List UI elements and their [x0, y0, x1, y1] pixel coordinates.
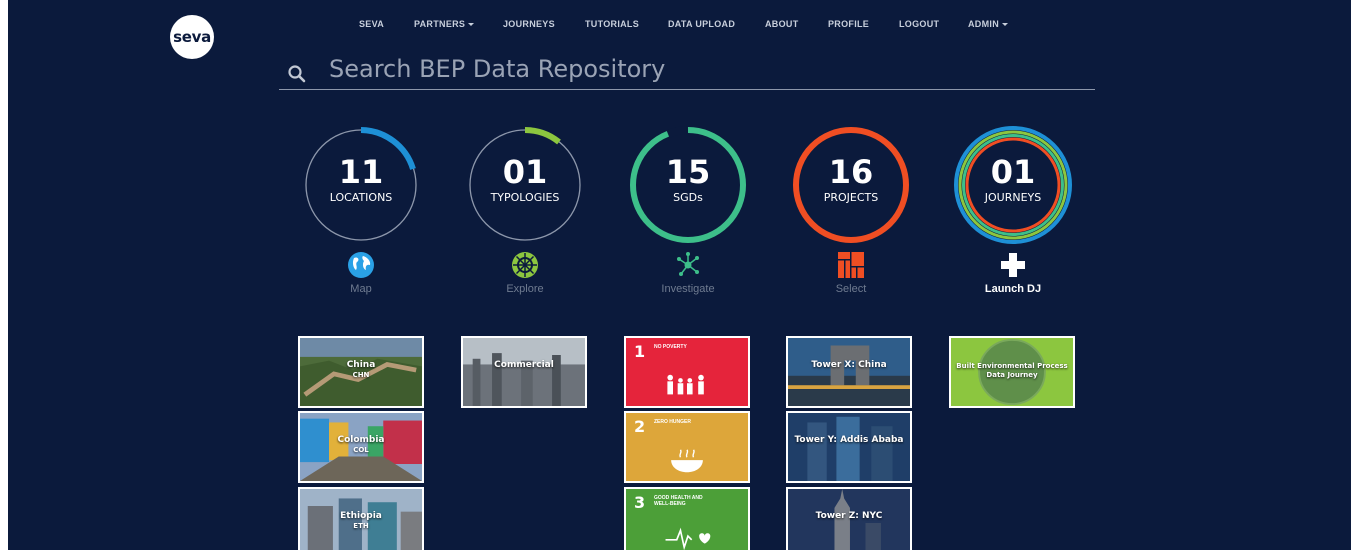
action-label: Investigate	[661, 283, 715, 295]
search-icon[interactable]	[287, 64, 307, 84]
stat-journeys[interactable]: 01 JOURNEYS	[953, 125, 1073, 245]
network-icon	[677, 252, 699, 276]
sdg-tile-2[interactable]: 2 ZERO HUNGER	[624, 411, 750, 483]
sdg-number: 2	[634, 417, 646, 436]
map-action[interactable]: Map	[301, 250, 421, 295]
stat-locations[interactable]: 11 LOCATIONS	[301, 125, 421, 245]
stat-projects[interactable]: 16 PROJECTS	[791, 125, 911, 245]
stat-label: SGDs	[673, 191, 703, 204]
globe-icon	[348, 252, 374, 278]
bowl-icon	[671, 449, 703, 473]
stat-typologies[interactable]: 01 TYPOLOGIES	[465, 125, 585, 245]
top-nav: SEVA PARTNERS JOURNEYS TUTORIALS DATA UP…	[0, 19, 1351, 33]
stat-number: 01	[502, 153, 548, 191]
tile-label: Colombia COL	[337, 435, 385, 454]
search-input[interactable]	[329, 52, 1089, 86]
plus-icon	[1001, 253, 1025, 277]
tower-photo	[788, 413, 910, 481]
heartbeat-icon	[665, 527, 711, 550]
grid-blocks-icon	[838, 252, 864, 278]
tower-photo	[788, 338, 910, 406]
tile-label: China CHN	[346, 360, 376, 379]
project-tile-tower-y[interactable]: Tower Y: Addis Ababa	[786, 411, 912, 483]
sdg-tile-3[interactable]: 3 GOOD HEALTH AND WELL-BEING	[624, 487, 750, 550]
tile-label: Tower X: China	[811, 360, 887, 370]
sdg-name: GOOD HEALTH AND WELL-BEING	[654, 495, 703, 507]
chevron-down-icon	[468, 23, 475, 27]
sdg-number: 3	[634, 493, 646, 512]
location-tile-colombia[interactable]: Colombia COL	[298, 411, 424, 483]
explore-action[interactable]: Explore	[465, 250, 585, 295]
search-bar	[279, 52, 1095, 90]
select-action[interactable]: Select	[791, 250, 911, 295]
location-tile-china[interactable]: China CHN	[298, 336, 424, 408]
sdg-tile-1[interactable]: 1 NO POVERTY	[624, 336, 750, 408]
compass-wheel-icon	[512, 252, 538, 278]
nav-item-about[interactable]: ABOUT	[765, 19, 799, 29]
nav-item-journeys[interactable]: JOURNEYS	[503, 19, 555, 29]
nav-item-logout[interactable]: LOGOUT	[899, 19, 939, 29]
nav-item-seva[interactable]: SEVA	[359, 19, 384, 29]
page-edge	[0, 0, 8, 550]
project-tile-tower-x[interactable]: Tower X: China	[786, 336, 912, 408]
nav-item-partners[interactable]: PARTNERS	[414, 19, 475, 29]
stat-label: PROJECTS	[823, 191, 879, 204]
location-tile-ethiopia[interactable]: Ethiopia ETH	[298, 487, 424, 550]
family-icon	[667, 374, 704, 395]
action-label: Map	[350, 283, 372, 295]
chevron-down-icon	[1002, 23, 1008, 27]
tile-label: Tower Y: Addis Ababa	[794, 435, 904, 445]
tile-label: Commercial	[494, 360, 554, 370]
nav-item-profile[interactable]: PROFILE	[828, 19, 869, 29]
stat-label: LOCATIONS	[329, 191, 393, 204]
sdg-number: 1	[634, 342, 646, 361]
nav-item-data-upload[interactable]: DATA UPLOAD	[668, 19, 735, 29]
stat-sgds[interactable]: 15 SGDs	[628, 125, 748, 245]
tile-label: Built Environmental Process Data Journey	[956, 362, 1068, 379]
launch-dj-action[interactable]: Launch DJ	[953, 250, 1073, 295]
sdg-name: ZERO HUNGER	[654, 419, 691, 425]
skyline-photo	[463, 338, 585, 406]
stat-number: 11	[338, 153, 384, 191]
action-label: Select	[835, 283, 867, 295]
typology-tile-commercial[interactable]: Commercial	[461, 336, 587, 408]
nav-item-tutorials[interactable]: TUTORIALS	[585, 19, 639, 29]
stat-label: TYPOLOGIES	[490, 191, 560, 204]
tile-label: Ethiopia ETH	[340, 511, 382, 530]
action-label: Explore	[506, 283, 544, 295]
journey-tile-built-environmental[interactable]: Built Environmental Process Data Journey	[949, 336, 1075, 408]
nav-item-admin[interactable]: ADMIN	[968, 19, 1008, 29]
stat-number: 15	[665, 153, 711, 191]
stat-number: 16	[828, 153, 874, 191]
project-tile-tower-z[interactable]: Tower Z: NYC	[786, 487, 912, 550]
stat-number: 01	[990, 153, 1036, 191]
sdg-name: NO POVERTY	[654, 344, 687, 350]
action-label: Launch DJ	[984, 283, 1042, 295]
stat-label: JOURNEYS	[984, 191, 1042, 204]
tile-label: Tower Z: NYC	[815, 511, 883, 521]
investigate-action[interactable]: Investigate	[628, 250, 748, 295]
